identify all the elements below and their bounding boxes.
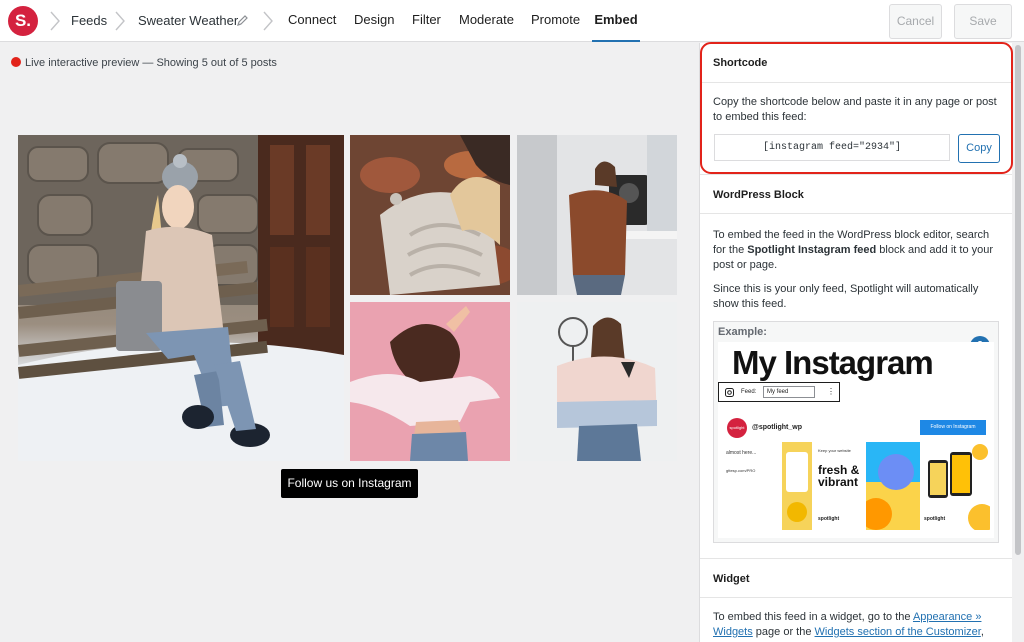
tab-promote[interactable]: Promote [531,0,580,42]
example-screenshot: My Instagram Feed: My feed ⋮ spotlight @… [718,342,994,538]
widget-heading[interactable]: Widget [700,558,1013,598]
more-options-icon: ⋮ [827,387,835,396]
instagram-post-image[interactable] [18,135,344,461]
chevron-right-icon [50,11,60,31]
instagram-icon [725,388,734,397]
example-feed-select: My feed [763,386,815,398]
wordpress-block-heading[interactable]: WordPress Block [700,174,1013,214]
cancel-button[interactable]: Cancel [889,4,942,39]
shortcode-field[interactable]: [instagram feed="2934"] [714,134,950,161]
save-button[interactable]: Save [954,4,1012,39]
breadcrumb-feed-name: Sweater Weather [138,13,239,28]
instagram-post-image[interactable] [350,135,510,295]
example-label: Example: [718,326,767,338]
example-avatar: spotlight [727,418,747,438]
live-preview-status: Live interactive preview — Showing 5 out… [11,57,277,69]
example-tile [866,442,920,530]
example-tile: spotlight [920,442,990,530]
customizer-widgets-link[interactable]: Widgets section of the Customizer [815,626,981,638]
instagram-post-image[interactable] [517,135,677,295]
example-tile: almost here... gttesp.com/PRO [724,442,782,530]
scrollbar-thumb[interactable] [1015,45,1021,555]
example-follow-button: Follow on Instagram [920,420,986,435]
tab-connect[interactable]: Connect [288,0,336,42]
instagram-post-image[interactable] [350,302,510,461]
tab-design[interactable]: Design [354,0,394,42]
chevron-right-icon [263,11,273,31]
example-title: My Instagram [732,344,934,381]
pencil-icon[interactable] [236,14,249,27]
copy-button[interactable]: Copy [958,134,1000,163]
wp-block-instructions: To embed the feed in the WordPress block… [713,229,994,271]
follow-instagram-button[interactable]: Follow us on Instagram [281,469,418,498]
tab-moderate[interactable]: Moderate [459,0,514,42]
wp-block-note: Since this is your only feed, Spotlight … [713,283,979,310]
example-block-toolbar: Feed: My feed ⋮ [718,382,840,402]
top-bar: S. Feeds Sweater Weather Connect Design … [0,0,1024,42]
example-tile: Keep your website fresh & vibrant spotli… [814,442,866,530]
sidebar-scrollbar[interactable] [1012,43,1024,642]
chevron-right-icon [115,11,125,31]
example-handle: @spotlight_wp [752,424,802,431]
shortcode-description: Copy the shortcode below and paste it in… [713,96,997,123]
tab-filter[interactable]: Filter [412,0,441,42]
breadcrumb-feeds[interactable]: Feeds [71,0,107,42]
tab-embed[interactable]: Embed [592,0,640,42]
live-indicator-dot [11,57,21,67]
embed-sidebar: Shortcode Copy the shortcode below and p… [699,43,1013,642]
instagram-post-image[interactable] [517,302,677,461]
widget-instructions: To embed this feed in a widget, go to th… [713,611,984,638]
example-tile [782,442,812,530]
spotlight-logo[interactable]: S. [8,6,38,36]
example-block-preview: Example: 2 My Instagram Feed: My feed ⋮ … [713,321,999,543]
shortcode-heading[interactable]: Shortcode [700,43,1013,83]
